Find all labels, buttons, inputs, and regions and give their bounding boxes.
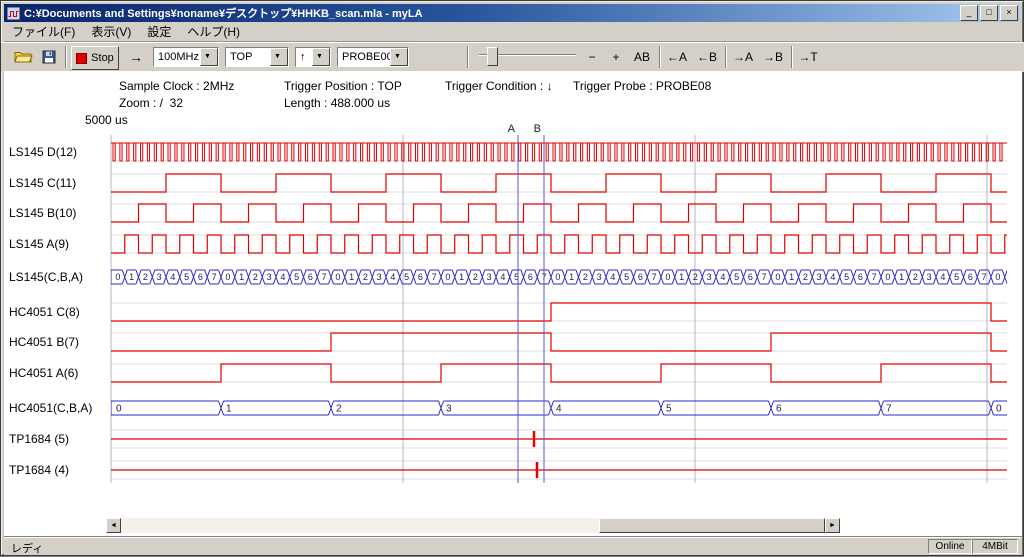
jump-left-a-button[interactable]: ←A (663, 47, 691, 67)
toolbar-separator (65, 46, 67, 68)
stop-label: Stop (91, 52, 114, 64)
jump-right-a-button[interactable]: →A (729, 47, 757, 67)
trigger-position-select[interactable]: TOP (225, 47, 289, 67)
status-online: Online (928, 539, 972, 554)
dropdown-arrow-icon[interactable] (312, 48, 330, 66)
ab-cursors-button[interactable]: AB (629, 47, 655, 67)
toolbar-separator (791, 46, 793, 68)
scrollbar-thumb[interactable] (599, 518, 825, 533)
toolbar-separator (725, 46, 727, 68)
jump-right-b-button[interactable]: →B (759, 47, 787, 67)
trigger-position-value: TOP (230, 51, 252, 63)
trigger-edge-select[interactable]: ↑ (295, 47, 331, 67)
window-title: C:¥Documents and Settings¥noname¥デスクトップ¥… (24, 5, 960, 21)
jump-left-b-button[interactable]: ←B (693, 47, 721, 67)
dropdown-arrow-icon[interactable] (390, 48, 408, 66)
sample-clock-select[interactable]: 100MHz (153, 47, 219, 67)
open-button[interactable] (11, 46, 35, 68)
status-message: レディ (11, 540, 43, 556)
menu-file[interactable]: ファイル(F) (4, 21, 83, 42)
zoom-in-button[interactable]: + (605, 47, 627, 67)
zoom-slider-thumb[interactable] (487, 47, 498, 66)
dropdown-arrow-icon[interactable] (200, 48, 218, 66)
run-button[interactable]: → (123, 47, 149, 67)
statusbar: レディ Online 4MBit (4, 536, 1022, 555)
waveform-client (4, 71, 1022, 536)
dropdown-arrow-icon[interactable] (270, 48, 288, 66)
scroll-left-arrow-icon[interactable] (106, 518, 121, 533)
trigger-edge-value: ↑ (300, 51, 306, 63)
scroll-right-arrow-icon[interactable] (825, 518, 840, 533)
toolbar-separator (467, 46, 469, 68)
trigger-probe-select[interactable]: PROBE00 (337, 47, 409, 67)
minimize-button[interactable]: _ (960, 5, 978, 21)
zoom-out-button[interactable]: − (581, 47, 603, 67)
open-folder-icon (14, 50, 33, 64)
trigger-probe-value: PROBE00 (342, 51, 393, 63)
floppy-disk-icon (42, 50, 56, 64)
horizontal-scrollbar[interactable] (106, 518, 840, 533)
sample-clock-value: 100MHz (158, 51, 199, 63)
app-window: C:¥Documents and Settings¥noname¥デスクトップ¥… (0, 0, 1024, 556)
menu-view[interactable]: 表示(V) (83, 21, 139, 42)
stop-button[interactable]: Stop (71, 46, 119, 70)
stop-icon (76, 53, 87, 64)
close-button[interactable]: × (1000, 5, 1018, 21)
status-memory: 4MBit (972, 539, 1018, 554)
toolbar-separator (659, 46, 661, 68)
goto-trigger-button[interactable]: →T (795, 47, 821, 67)
menubar: ファイル(F) 表示(V) 設定 ヘルプ(H) (4, 22, 1020, 42)
maximize-button[interactable]: □ (980, 5, 998, 21)
menu-settings[interactable]: 設定 (139, 21, 179, 42)
toolbar: Stop → 100MHz TOP ↑ PROBE00 − + AB ←A ←B… (1, 42, 1024, 72)
app-icon (7, 7, 20, 20)
save-button[interactable] (37, 46, 61, 68)
titlebar: C:¥Documents and Settings¥noname¥デスクトップ¥… (4, 4, 1020, 22)
menu-help[interactable]: ヘルプ(H) (179, 21, 248, 42)
